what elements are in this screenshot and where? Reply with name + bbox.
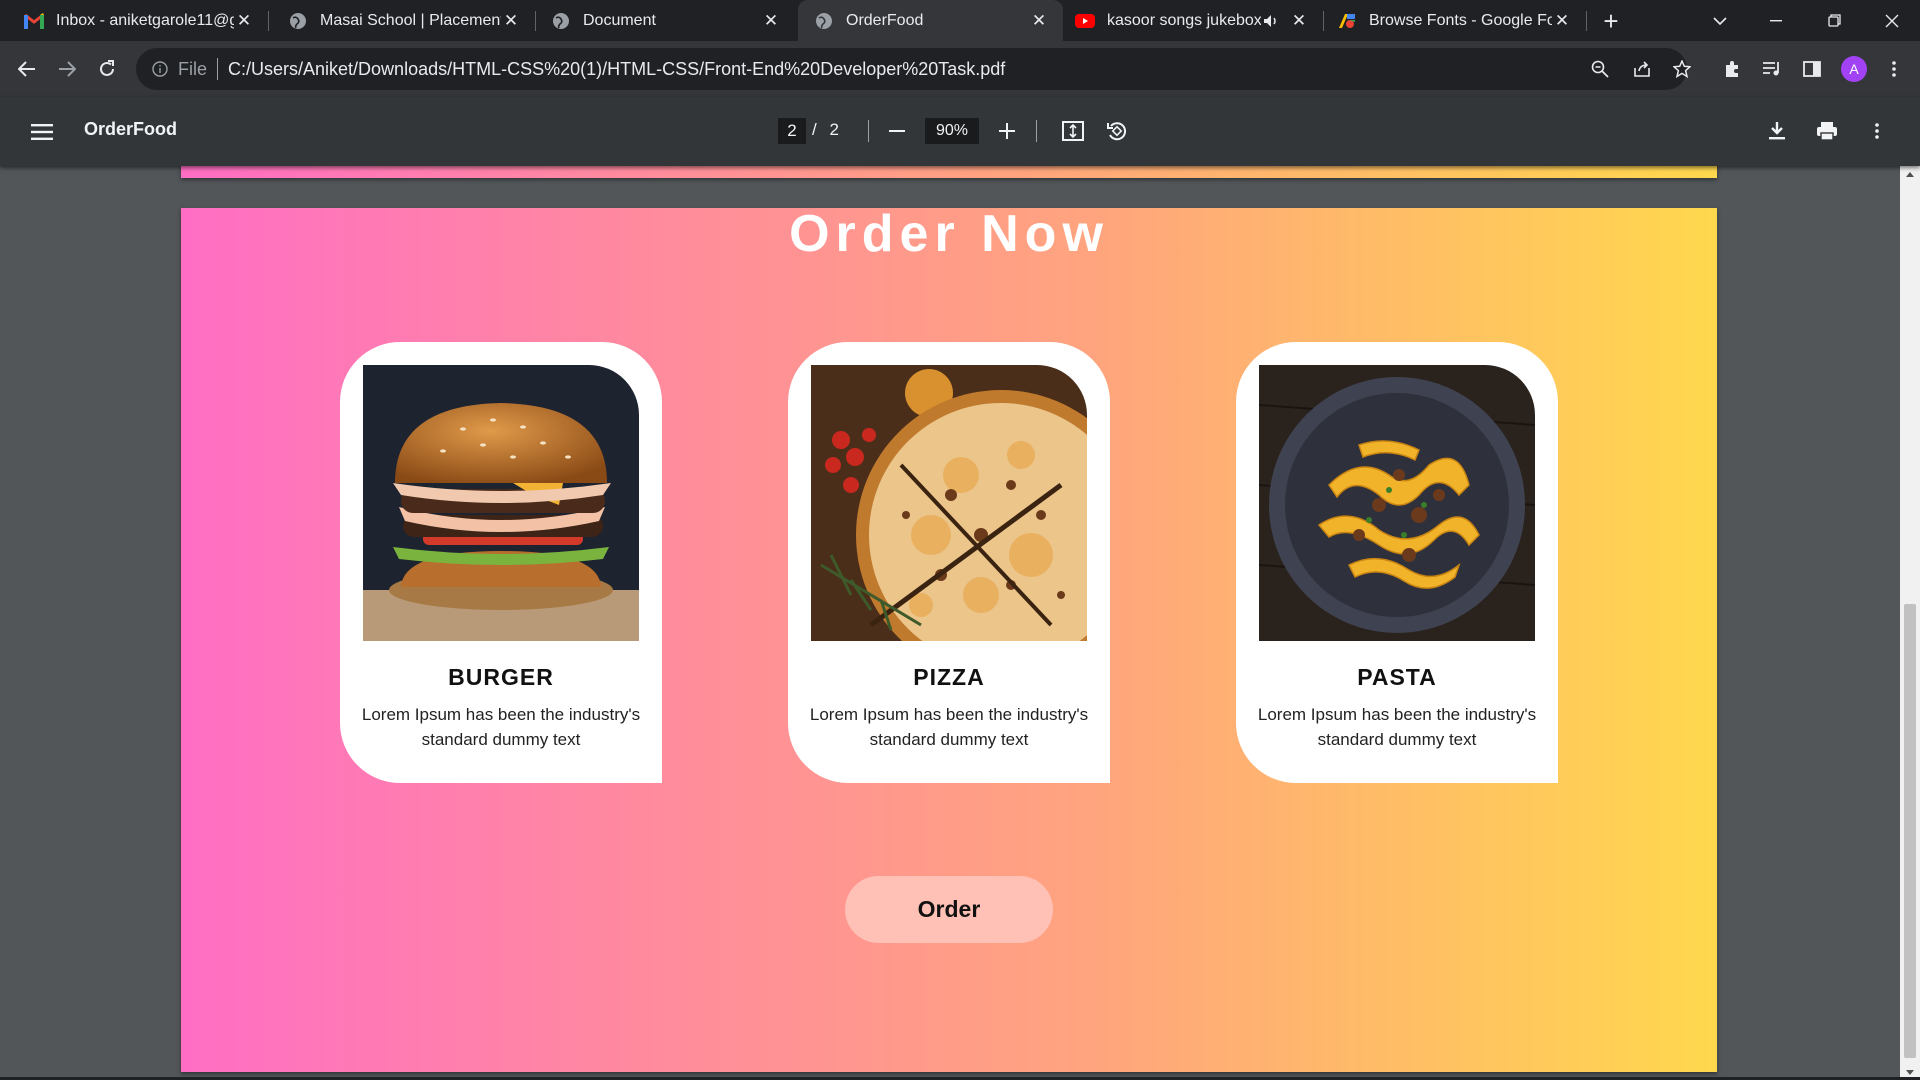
tab-youtube[interactable]: kasoor songs jukebox ✕: [1063, 0, 1323, 41]
pasta-photo: [1259, 365, 1535, 641]
pdf-viewer[interactable]: Order Now BURGER Lorem Ipsum has been th…: [0, 166, 1900, 1080]
food-description: Lorem Ipsum has been the industry's stan…: [361, 705, 641, 749]
food-name: BURGER: [448, 664, 554, 690]
zoom-in-icon[interactable]: [990, 114, 1024, 148]
tab-title: Document: [583, 11, 656, 29]
food-description: Lorem Ipsum has been the industry's stan…: [1257, 705, 1537, 749]
fit-to-page-icon[interactable]: [1056, 114, 1090, 148]
scrollbar-thumb[interactable]: [1904, 604, 1916, 1058]
page-number-input[interactable]: 2: [778, 118, 806, 144]
zoom-level-input[interactable]: 90%: [925, 118, 979, 144]
back-arrow-icon[interactable]: [9, 51, 45, 87]
pdf-page: Order Now BURGER Lorem Ipsum has been th…: [181, 208, 1717, 1072]
speaker-icon[interactable]: [1261, 11, 1281, 31]
food-card-pizza: PIZZA Lorem Ipsum has been the industry'…: [788, 342, 1110, 783]
tab-search-icon[interactable]: [1692, 0, 1748, 41]
tab-gmail[interactable]: Inbox - aniketgarole11@gmail.com - Gmail…: [0, 0, 268, 41]
print-icon[interactable]: [1810, 114, 1844, 148]
page-separator: /: [812, 120, 817, 139]
pizza-photo: [811, 365, 1087, 641]
hamburger-menu-icon[interactable]: [24, 117, 60, 147]
tab-title: Inbox - aniketgarole11@gmail.com - Gmail: [56, 11, 234, 29]
burger-photo: [363, 365, 639, 641]
page-heading: Order Now: [789, 205, 1109, 263]
google-fonts-icon: [1337, 11, 1357, 31]
zoom-icon[interactable]: [1582, 51, 1618, 87]
close-tab-icon[interactable]: ✕: [761, 11, 781, 31]
zoom-out-icon[interactable]: [880, 114, 914, 148]
food-card-burger: BURGER Lorem Ipsum has been the industry…: [340, 342, 662, 783]
food-description: Lorem Ipsum has been the industry's stan…: [809, 705, 1089, 749]
more-options-icon[interactable]: [1860, 114, 1894, 148]
tab-orderfood[interactable]: OrderFood ✕: [798, 0, 1063, 41]
tab-strip: Inbox - aniketgarole11@gmail.com - Gmail…: [0, 0, 1920, 41]
pdf-title: OrderFood: [84, 119, 177, 139]
rotate-icon[interactable]: [1100, 114, 1134, 148]
extensions-icon[interactable]: [1714, 51, 1750, 87]
tab-title: OrderFood: [846, 11, 924, 29]
youtube-icon: [1075, 11, 1095, 31]
tab-title: kasoor songs jukebox: [1107, 11, 1261, 29]
page-count: / 2: [812, 120, 839, 140]
tab-document[interactable]: Document ✕: [535, 0, 795, 41]
globe-icon: [551, 11, 571, 31]
total-pages: 2: [829, 120, 839, 139]
globe-icon: [288, 11, 308, 31]
address-bar[interactable]: File C:/Users/Aniket/Downloads/HTML-CSS%…: [136, 48, 1687, 90]
restore-icon[interactable]: [1806, 0, 1862, 41]
tab-google-fonts[interactable]: Browse Fonts - Google Fonts ✕: [1323, 0, 1586, 41]
tab-masai[interactable]: Masai School | Placements ✕: [268, 0, 535, 41]
globe-icon: [814, 11, 834, 31]
url-divider: [217, 58, 219, 80]
previous-page: [181, 166, 1717, 178]
food-card-pasta: PASTA Lorem Ipsum has been the industry'…: [1236, 342, 1558, 783]
info-icon[interactable]: [150, 59, 170, 79]
scroll-up-arrow-icon[interactable]: [1900, 166, 1920, 182]
toolbar-divider: [868, 120, 869, 142]
media-control-icon[interactable]: [1754, 51, 1790, 87]
forward-arrow-icon[interactable]: [49, 51, 85, 87]
tab-title: Browse Fonts - Google Fonts: [1369, 11, 1552, 29]
close-tab-icon[interactable]: ✕: [1289, 11, 1309, 31]
share-icon[interactable]: [1624, 51, 1660, 87]
close-window-icon[interactable]: [1864, 0, 1920, 41]
tab-divider: [1586, 11, 1587, 31]
minimize-icon[interactable]: [1748, 0, 1804, 41]
reload-icon[interactable]: [89, 51, 125, 87]
close-tab-icon[interactable]: ✕: [501, 11, 521, 31]
close-tab-icon[interactable]: ✕: [1552, 11, 1572, 31]
profile-avatar[interactable]: A: [1841, 56, 1867, 82]
food-name: PIZZA: [913, 664, 985, 690]
vertical-scrollbar[interactable]: [1900, 166, 1920, 1080]
pdf-toolbar: OrderFood 2 / 2 90%: [0, 97, 1920, 166]
tab-title: Masai School | Placements: [320, 11, 501, 29]
food-name: PASTA: [1357, 664, 1437, 690]
bookmark-star-icon[interactable]: [1664, 51, 1700, 87]
browser-toolbar: File C:/Users/Aniket/Downloads/HTML-CSS%…: [0, 41, 1920, 97]
toolbar-divider: [1036, 120, 1037, 142]
url-text[interactable]: C:/Users/Aniket/Downloads/HTML-CSS%20(1)…: [228, 59, 1005, 80]
url-scheme: File: [178, 58, 208, 79]
download-icon[interactable]: [1760, 114, 1794, 148]
close-tab-icon[interactable]: ✕: [1029, 11, 1049, 31]
side-panel-icon[interactable]: [1794, 51, 1830, 87]
order-button[interactable]: Order: [845, 876, 1053, 943]
gmail-icon: [24, 11, 44, 31]
close-tab-icon[interactable]: ✕: [234, 11, 254, 31]
new-tab-button[interactable]: +: [1596, 6, 1626, 36]
browser-menu-icon[interactable]: [1876, 51, 1912, 87]
